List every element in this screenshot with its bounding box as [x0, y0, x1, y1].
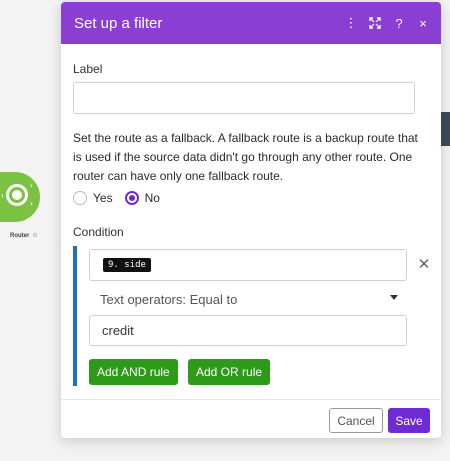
expand-icon[interactable] — [363, 11, 387, 35]
router-node-label: Router ⚙ — [10, 233, 38, 239]
more-vertical-icon[interactable]: ⋮ — [339, 11, 363, 35]
dialog-header: Set up a filter ⋮ ? × — [61, 2, 441, 44]
cancel-button[interactable]: Cancel — [329, 408, 383, 433]
wrench-icon: ⚙ — [32, 233, 38, 239]
remove-condition-icon[interactable]: ✕ — [416, 257, 432, 273]
chevron-down-icon — [390, 295, 398, 300]
footer-divider — [61, 399, 441, 400]
route-arrow-icon: › — [1, 191, 4, 200]
fallback-yes-radio[interactable]: Yes — [73, 191, 113, 205]
mapped-variable-pill[interactable]: 9. side — [103, 258, 151, 272]
dialog-title: Set up a filter — [74, 14, 163, 32]
condition-operand-1-input[interactable]: 9. side — [89, 249, 407, 281]
help-icon[interactable]: ? — [387, 11, 411, 35]
operand-2-value: credit — [102, 323, 134, 338]
fallback-description: Set the route as a fallback. A fallback … — [73, 131, 418, 183]
condition-operand-2-input[interactable]: credit — [89, 315, 407, 346]
fallback-no-radio[interactable]: No — [124, 191, 160, 205]
route-arrow-icon: › — [30, 181, 33, 190]
operator-selected-value: Text operators: Equal to — [100, 291, 238, 307]
radio-label-yes: Yes — [93, 191, 113, 205]
save-button[interactable]: Save — [388, 408, 430, 433]
filter-setup-dialog: Set up a filter ⋮ ? × Label Set the rout… — [61, 2, 441, 438]
radio-unchecked-icon — [73, 191, 87, 205]
route-arrow-icon: › — [30, 199, 33, 208]
condition-label: Condition — [73, 225, 124, 239]
close-icon[interactable]: × — [411, 11, 435, 35]
add-and-rule-button[interactable]: Add AND rule — [89, 359, 178, 385]
condition-operator-select[interactable]: Text operators: Equal to — [89, 285, 407, 313]
radio-checked-icon — [124, 191, 139, 205]
add-or-rule-button[interactable]: Add OR rule — [188, 359, 271, 385]
radio-label-no: No — [144, 191, 160, 205]
label-input[interactable] — [73, 82, 415, 114]
fallback-radio-group: Yes No — [73, 191, 172, 205]
router-module-node[interactable]: › › › — [0, 172, 40, 222]
label-field-label: Label — [73, 62, 103, 76]
router-icon-center — [12, 190, 22, 200]
